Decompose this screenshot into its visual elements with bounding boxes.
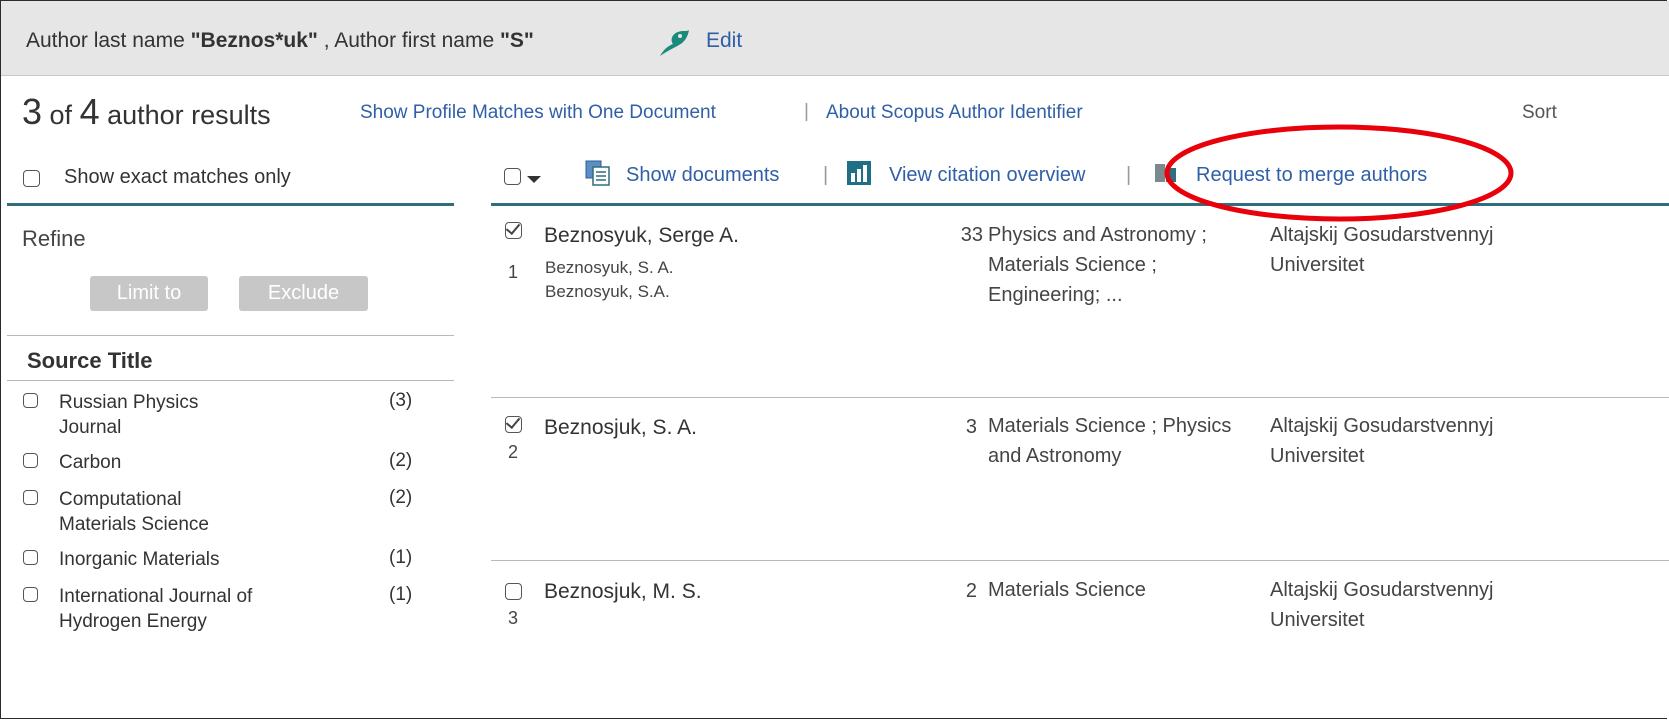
facet-count: (1)	[389, 584, 413, 605]
subject-areas: Materials Science	[988, 579, 1146, 601]
author-name-link[interactable]: Beznosjuk, S. A.	[544, 416, 697, 440]
show-documents-link[interactable]: Show documents	[626, 164, 779, 187]
affiliation: Altajskij Gosudarstvennyj Universitet	[1270, 411, 1570, 471]
results-count-title: 3 of 4 author results	[22, 91, 271, 133]
merge-authors-icon[interactable]	[1153, 160, 1179, 186]
facet-checkbox[interactable]	[23, 453, 38, 468]
request-merge-authors-link[interactable]: Request to merge authors	[1196, 164, 1427, 187]
result-number: 2	[508, 442, 519, 462]
exact-matches-label: Show exact matches only	[64, 166, 291, 188]
author-name-variant: Beznosyuk, S. A.	[545, 258, 674, 277]
facet-count: (1)	[389, 547, 413, 568]
show-profile-matches-link[interactable]: Show Profile Matches with One Document	[360, 102, 716, 124]
facet-name: Computational Materials Science	[59, 489, 209, 535]
edit-search-link[interactable]: Edit	[706, 29, 742, 53]
facet-checkbox[interactable]	[23, 587, 38, 602]
sidebar-divider	[7, 335, 454, 336]
document-count[interactable]: 2	[937, 580, 977, 603]
facet-checkbox[interactable]	[23, 490, 38, 505]
facet-checkbox[interactable]	[23, 393, 38, 408]
select-all-checkbox[interactable]	[504, 168, 521, 185]
affiliation-line: Altajskij Gosudarstvennyj	[1270, 415, 1494, 437]
limit-to-button[interactable]: Limit to	[90, 276, 208, 311]
toolbar-separator: |	[823, 164, 829, 186]
search-query-text: Author last name "Beznos*uk" , Author fi…	[26, 29, 534, 53]
header-separator: |	[804, 101, 809, 122]
select-dropdown-caret-icon[interactable]	[527, 176, 541, 183]
facet-count: (2)	[389, 487, 413, 508]
show-documents-icon[interactable]	[585, 160, 611, 186]
author-name-link[interactable]: Beznosjuk, M. S.	[544, 580, 702, 604]
facet-name: International Journal of Hydrogen Energy	[59, 586, 253, 632]
results-shown-count: 3	[22, 91, 43, 132]
result-checkbox[interactable]	[505, 583, 522, 600]
result-number: 3	[508, 608, 519, 628]
document-count[interactable]: 33	[943, 224, 983, 247]
affiliation-line: Universitet	[1270, 254, 1365, 276]
search-summary-bar: Author last name "Beznos*uk" , Author fi…	[1, 1, 1669, 76]
facet-name: Inorganic Materials	[59, 549, 220, 570]
facet-count: (2)	[389, 450, 413, 471]
results-suffix: author results	[99, 100, 271, 130]
affiliation: Altajskij Gosudarstvennyj Universitet	[1270, 575, 1570, 635]
affiliation-line: Altajskij Gosudarstvennyj	[1270, 579, 1494, 601]
subject-areas: Materials Science ; Physics and Astronom…	[988, 415, 1232, 467]
last-name-label: Author last name	[26, 29, 191, 52]
edit-icon[interactable]	[657, 27, 691, 59]
facet-count: (3)	[389, 390, 413, 411]
sort-label[interactable]: Sort	[1522, 102, 1557, 124]
author-name-link[interactable]: Beznosyuk, Serge A.	[544, 224, 739, 248]
refine-heading: Refine	[22, 226, 86, 251]
result-number: 1	[508, 262, 519, 282]
affiliation-line: Universitet	[1270, 609, 1365, 631]
row-divider	[491, 560, 1669, 561]
document-count[interactable]: 3	[937, 416, 977, 439]
sidebar-top-rule	[7, 203, 454, 206]
affiliation-line: Altajskij Gosudarstvennyj	[1270, 224, 1494, 246]
exclude-button[interactable]: Exclude	[239, 276, 368, 311]
row-divider	[491, 397, 1669, 398]
result-checkbox[interactable]	[505, 416, 522, 433]
about-author-identifier-link[interactable]: About Scopus Author Identifier	[826, 102, 1083, 124]
toolbar-separator: |	[1126, 164, 1132, 186]
first-name-value: "S"	[499, 29, 534, 52]
affiliation: Altajskij Gosudarstvennyj Universitet	[1270, 220, 1570, 280]
results-top-rule	[491, 203, 1669, 206]
facet-name: Russian Physics Journal	[59, 392, 199, 438]
results-total-count: 4	[79, 91, 100, 132]
results-of-text: of	[42, 100, 80, 130]
last-name-value: "Beznos*uk"	[190, 29, 318, 52]
subject-areas: Physics and Astronomy ; Materials Scienc…	[988, 224, 1207, 306]
citation-chart-icon[interactable]	[846, 160, 872, 186]
exact-matches-checkbox[interactable]	[23, 170, 40, 187]
facet-name: Carbon	[59, 452, 122, 473]
source-title-rule	[7, 380, 454, 381]
source-title-heading: Source Title	[27, 348, 153, 373]
affiliation-line: Universitet	[1270, 445, 1365, 467]
first-name-label: , Author first name	[317, 29, 500, 52]
view-citation-overview-link[interactable]: View citation overview	[889, 164, 1085, 187]
facet-checkbox[interactable]	[23, 550, 38, 565]
result-checkbox[interactable]	[505, 222, 522, 239]
author-name-variant: Beznosyuk, S.A.	[545, 282, 670, 301]
